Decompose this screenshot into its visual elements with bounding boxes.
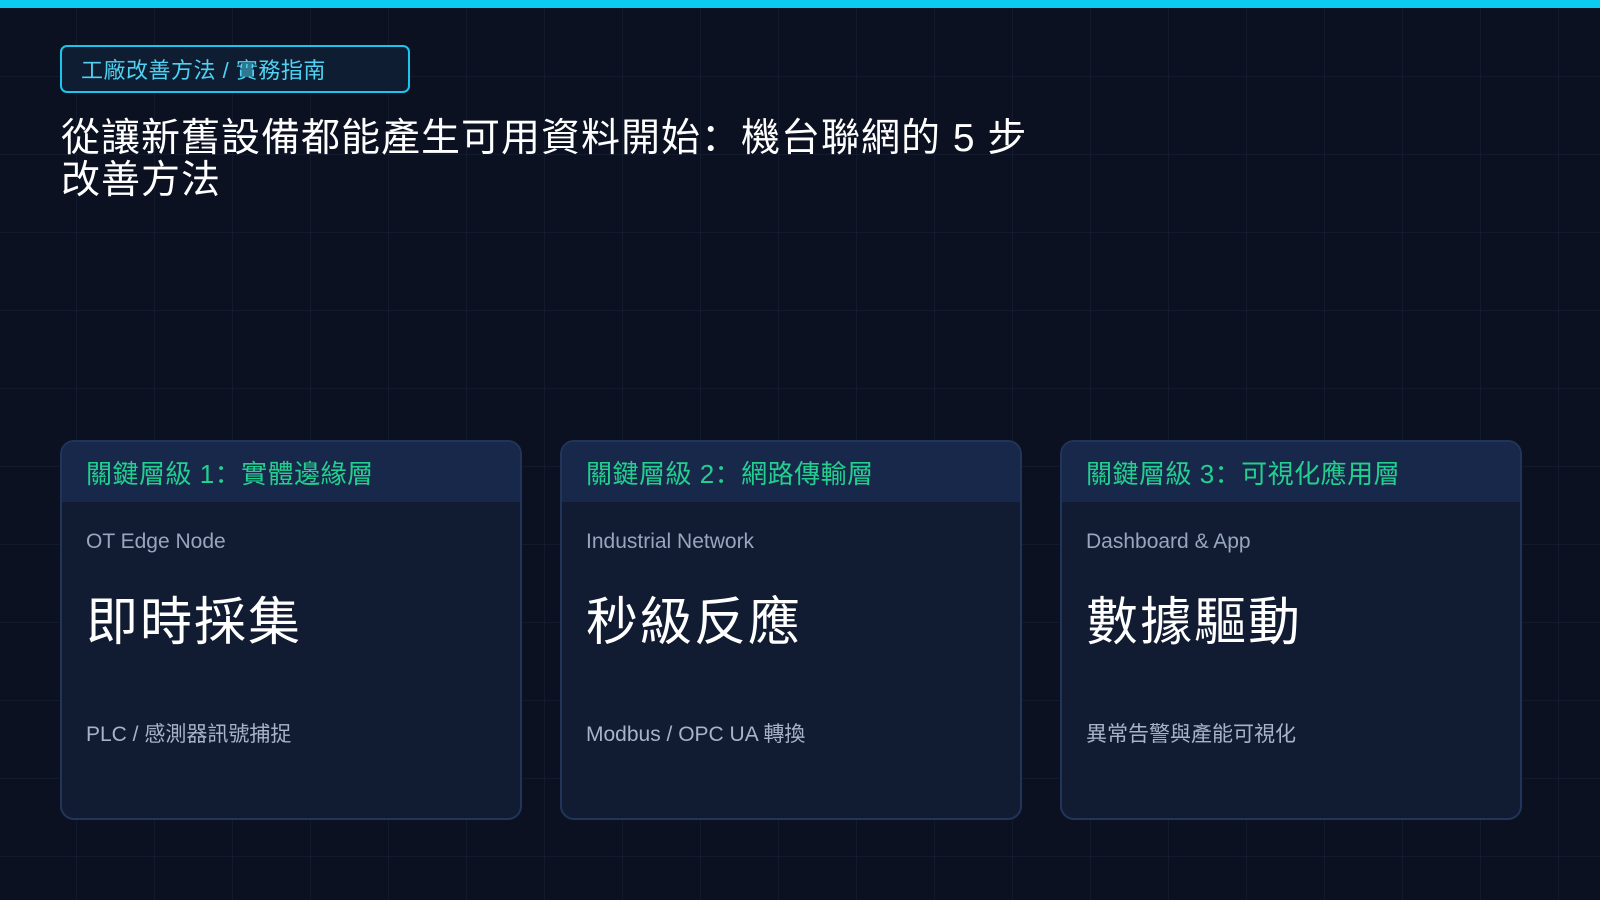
card-metric: 秒級反應	[586, 594, 803, 652]
card-header: 關鍵層級 1：實體邊緣層	[62, 442, 520, 502]
card-description: PLC / 感測器訊號捕捉	[86, 723, 292, 746]
card-subtitle: Dashboard & App	[1086, 530, 1251, 553]
card-description: Modbus / OPC UA 轉換	[586, 723, 806, 746]
card-metric: 即時採集	[86, 594, 303, 652]
layer-card-edge: 關鍵層級 1：實體邊緣層 OT Edge Node 即時採集 PLC / 感測器…	[60, 440, 522, 820]
card-header: 關鍵層級 2：網路傳輸層	[562, 442, 1020, 502]
category-tag: 工廠改善方法 / 實務指南	[60, 45, 410, 93]
layer-cards: 關鍵層級 1：實體邊緣層 OT Edge Node 即時採集 PLC / 感測器…	[60, 440, 1522, 820]
layer-card-visualization: 關鍵層級 3：可視化應用層 Dashboard & App 數據驅動 異常告警與…	[1060, 440, 1522, 820]
card-metric: 數據驅動	[1086, 594, 1303, 652]
card-description: 異常告警與產能可視化	[1086, 723, 1296, 746]
card-header: 關鍵層級 3：可視化應用層	[1062, 442, 1520, 502]
layer-card-network: 關鍵層級 2：網路傳輸層 Industrial Network 秒級反應 Mod…	[560, 440, 1022, 820]
top-accent-bar	[0, 0, 1600, 8]
card-subtitle: Industrial Network	[586, 530, 755, 553]
card-subtitle: OT Edge Node	[86, 530, 226, 553]
page-title: 從讓新舊設備都能產生可用資料開始：機台聯網的 5 步改善方法	[61, 117, 1028, 202]
